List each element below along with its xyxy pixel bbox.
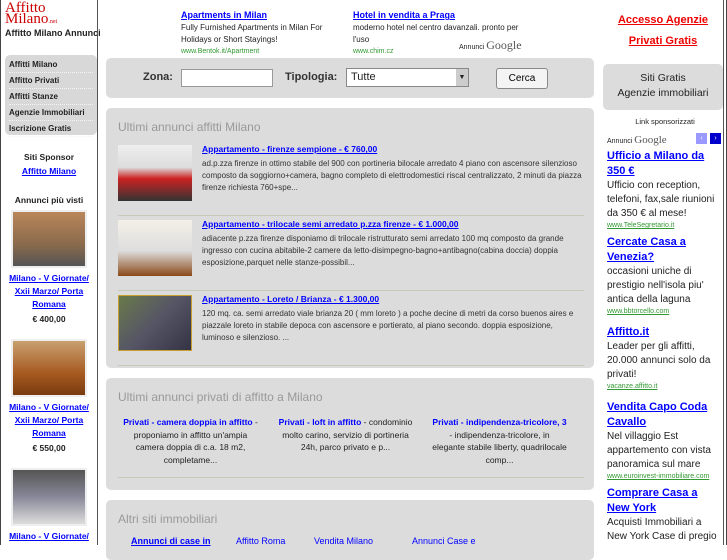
private-desc: - indipendenza-tricolore, in elegante st…: [432, 429, 567, 465]
menu-item[interactable]: Affitti Milano: [9, 57, 93, 73]
section-title: Ultimi annunci affitti Milano: [118, 120, 261, 134]
latest-listings: Ultimi annunci affitti Milano Appartamen…: [106, 108, 594, 368]
listing-desc: 120 mq. ca. semi arredato viale brianza …: [202, 309, 574, 342]
popular-title: Annunci più visti: [14, 195, 84, 205]
siti-gratis-box[interactable]: Siti Gratis Agenzie immobiliari: [603, 64, 723, 110]
accesso-agenzie-link[interactable]: Accesso Agenzie: [618, 14, 708, 26]
prev-arrow-icon[interactable]: ‹: [696, 133, 707, 144]
column-divider: [97, 0, 98, 545]
section-title: Ultimi annunci privati di affitto a Mila…: [118, 390, 323, 404]
private-item: Privati - loft in affitto - condominio m…: [278, 416, 413, 454]
sponsored-label: Link sponsorizzati: [635, 117, 695, 126]
ad-text: Ufficio con reception, telefoni, fax,sal…: [607, 180, 715, 219]
column-divider: [723, 0, 724, 545]
popular-price: € 400,00: [32, 314, 66, 324]
menu-item[interactable]: Affitti Stanze: [9, 89, 93, 105]
zona-input[interactable]: [181, 69, 273, 87]
top-links: Accesso Agenzie Privati Gratis: [604, 10, 722, 52]
ad-title[interactable]: Ufficio a Milano da 350 €: [607, 149, 723, 179]
menu-item[interactable]: Iscrizione Gratis: [9, 121, 93, 137]
popular-link[interactable]: Milano - V Giornate/ Xxii Marzo/ Porta R…: [3, 401, 95, 440]
ad-title[interactable]: Comprare Casa a New York: [607, 486, 723, 516]
ad-url[interactable]: www.bbtorcello.com: [607, 307, 723, 317]
listing-title[interactable]: Appartamento - firenze sempione - € 760,…: [202, 144, 377, 154]
ad-url[interactable]: vacanze.affitto.it: [607, 382, 723, 392]
private-listings: Ultimi annunci privati di affitto a Mila…: [106, 378, 594, 490]
listing-title[interactable]: Appartamento - Loreto / Brianza - € 1.30…: [202, 294, 379, 304]
top-ad: Apartments in Milan Fully Furnished Apar…: [181, 9, 351, 58]
chevron-down-icon: ▼: [456, 69, 468, 86]
listing-item: Appartamento - firenze sempione - € 760,…: [118, 141, 584, 216]
ad-title[interactable]: Hotel in vendita a Praga: [353, 10, 455, 20]
search-button[interactable]: Cerca: [496, 68, 548, 89]
ad-title[interactable]: Apartments in Milan: [181, 10, 267, 20]
search-bar: Zona: Tipologia: Tutte ▼ Cerca: [106, 58, 594, 98]
ad-title[interactable]: Cercate Casa a Venezia?: [607, 235, 723, 265]
box-line: Agenzie immobiliari: [617, 87, 709, 99]
sponsored-links: Link sponsorizzati Annunci Google ‹ › Uf…: [607, 115, 723, 544]
private-title[interactable]: Privati - indipendenza-tricolore, 3: [432, 417, 566, 427]
tipologia-select[interactable]: Tutte ▼: [346, 68, 469, 87]
ad-url[interactable]: www.Bentok.it/Apartment: [181, 46, 351, 58]
divider: [118, 477, 584, 478]
listing-title[interactable]: Appartamento - trilocale semi arredato p…: [202, 219, 459, 229]
next-arrow-icon[interactable]: ›: [710, 133, 721, 144]
listing-thumb[interactable]: [118, 145, 192, 201]
privati-gratis-link[interactable]: Privati Gratis: [629, 35, 697, 47]
menu-item[interactable]: Agenzie Immobiliari: [9, 105, 93, 121]
listing-desc: ad.p.zza firenze in ottimo stabile del 9…: [202, 159, 582, 192]
popular-thumb[interactable]: [11, 468, 87, 526]
popular-link[interactable]: Milano - V Giornate/ Xxii Marzo/ Porta R…: [3, 272, 95, 311]
zona-label: Zona:: [143, 71, 173, 83]
ad-text: Leader per gli affitti, 20.000 annunci s…: [607, 341, 711, 380]
tipologia-label: Tipologia:: [285, 71, 338, 83]
listing-item: Appartamento - trilocale semi arredato p…: [118, 216, 584, 291]
sponsor-section: Siti Sponsor Affitto Milano: [3, 150, 95, 178]
ad-url[interactable]: www.TeleSegretario.it: [607, 221, 723, 231]
private-title[interactable]: Privati - camera doppia in affitto: [123, 417, 252, 427]
private-item: Privati - camera doppia in affitto - pro…: [123, 416, 258, 466]
popular-thumb[interactable]: [11, 339, 87, 397]
sponsor-title: Siti Sponsor: [23, 152, 75, 162]
ad-text: Acquisti Immobiliari a New York Case di …: [607, 517, 717, 542]
other-sites: Altri siti immobiliari Annunci di case i…: [106, 500, 594, 560]
ad-text: Nel villaggio Est appartemento con vista…: [607, 431, 711, 470]
listing-desc: adiacente p.zza firenze disponiamo di tr…: [202, 234, 564, 267]
ad-title[interactable]: Vendita Capo Coda Cavallo: [607, 400, 723, 430]
ad-title[interactable]: Affitto.it: [607, 325, 723, 340]
popular-thumb[interactable]: [11, 210, 87, 268]
logo[interactable]: Affitto Milano.net: [5, 1, 65, 27]
sponsor-link[interactable]: Affitto Milano: [22, 166, 76, 176]
listing-item: Appartamento - Loreto / Brianza - € 1.30…: [118, 291, 584, 366]
popular-link[interactable]: Milano - V Giornate/: [3, 530, 95, 543]
ad-text: occasioni uniche di prestigio nell'isola…: [607, 266, 704, 305]
ad-url[interactable]: www.euroinvest-immobiliare.com: [607, 472, 723, 482]
popular-section: Annunci più visti Milano - V Giornate/ X…: [3, 194, 95, 543]
google-ads-label[interactable]: Annunci Google: [459, 38, 522, 53]
listing-thumb[interactable]: [118, 295, 192, 351]
ad-text: Fully Furnished Apartments in Milan For …: [181, 23, 323, 44]
listing-thumb[interactable]: [118, 220, 192, 276]
left-menu: Affitti Milano Affitto Privati Affitti S…: [5, 55, 97, 137]
box-line: Siti Gratis: [640, 72, 686, 84]
google-ads-label: Annunci Google ‹ ›: [607, 129, 723, 146]
section-title: Altri siti immobiliari: [118, 512, 218, 526]
private-item: Privati - indipendenza-tricolore, 3 - in…: [432, 416, 567, 466]
site-title: Affitto Milano Annunci: [5, 28, 101, 38]
menu-item[interactable]: Affitto Privati: [9, 73, 93, 89]
private-title[interactable]: Privati - loft in affitto: [279, 417, 362, 427]
popular-price: € 550,00: [32, 443, 66, 453]
